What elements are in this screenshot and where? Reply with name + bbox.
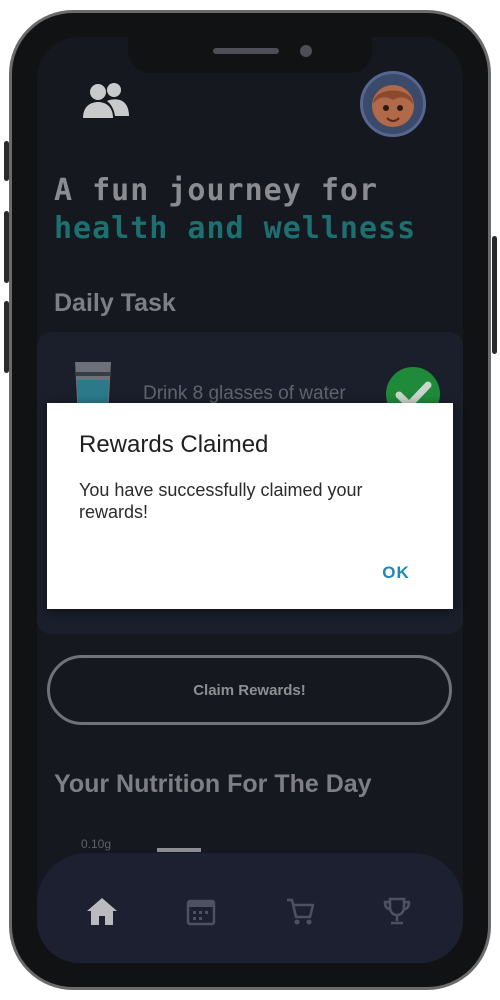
rewards-dialog: Rewards Claimed You have successfully cl… [47, 403, 453, 609]
hero-headline: A fun journey for health and wellness [54, 172, 416, 248]
dialog-title: Rewards Claimed [79, 431, 269, 458]
nutrition-chart-bar [157, 848, 201, 852]
claim-rewards-button[interactable]: Claim Rewards! [47, 655, 452, 725]
speaker-grille [213, 48, 279, 54]
cart-icon[interactable] [284, 895, 316, 927]
avatar-image [363, 74, 423, 134]
nutrition-title: Your Nutrition For The Day [54, 770, 372, 798]
dialog-ok-button[interactable]: OK [365, 555, 427, 591]
home-icon[interactable] [86, 895, 118, 927]
front-camera [300, 45, 312, 57]
mute-switch [4, 141, 9, 181]
user-avatar[interactable] [360, 71, 426, 137]
power-button [492, 236, 497, 354]
notch [128, 36, 372, 73]
daily-task-title: Daily Task [54, 289, 176, 317]
volume-up-button [4, 211, 9, 283]
calendar-icon[interactable] [185, 895, 217, 927]
volume-down-button [4, 301, 9, 373]
nutrition-chart-label: 0.10g [81, 837, 112, 851]
people-icon[interactable] [81, 82, 131, 120]
hero-line-1: A fun journey for [54, 173, 379, 208]
task-label: Drink 8 glasses of water [143, 383, 346, 404]
hero-line-2: health and wellness [54, 211, 417, 246]
dialog-message: You have successfully claimed your rewar… [79, 480, 363, 522]
trophy-icon[interactable] [381, 895, 413, 927]
